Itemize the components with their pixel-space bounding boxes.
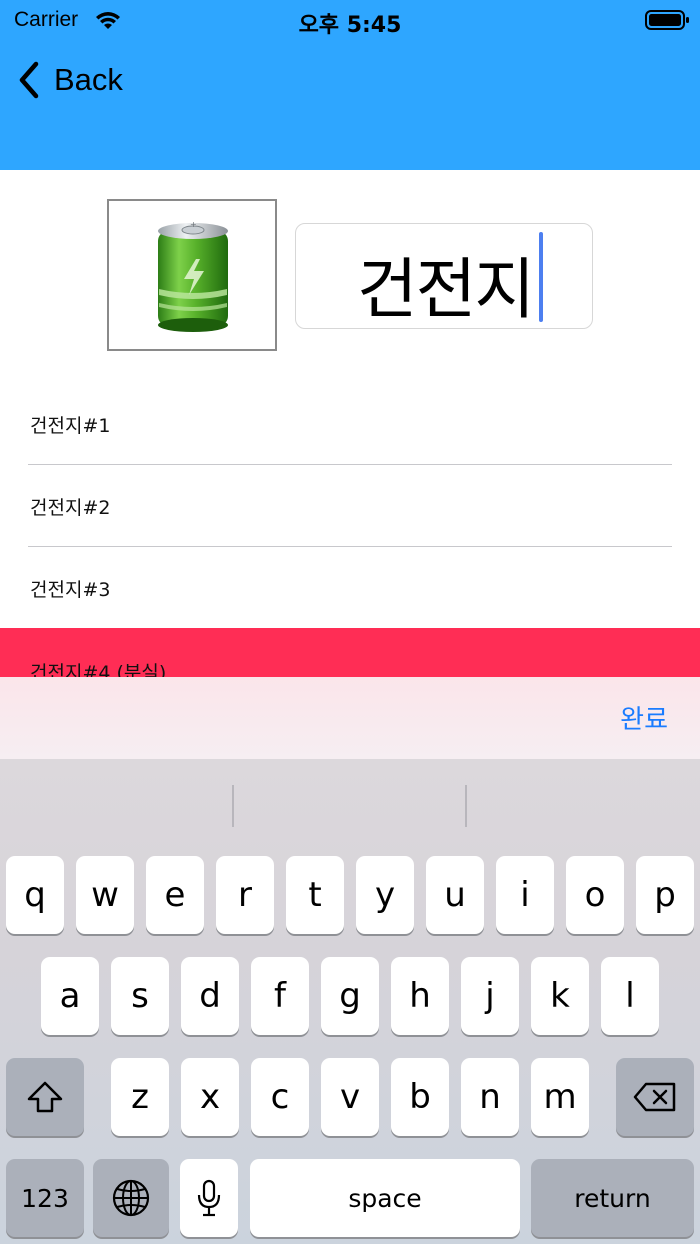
key-j[interactable]: j <box>461 957 519 1035</box>
list-item-label: 건전지#3 <box>30 579 111 601</box>
key-w[interactable]: w <box>76 856 134 934</box>
key-r[interactable]: r <box>216 856 274 934</box>
key-g[interactable]: g <box>321 957 379 1035</box>
done-button[interactable]: 완료 <box>620 699 668 736</box>
key-m[interactable]: m <box>531 1058 589 1136</box>
globe-key[interactable] <box>93 1159 169 1237</box>
microphone-key[interactable] <box>180 1159 238 1237</box>
key-l[interactable]: l <box>601 957 659 1035</box>
list-item[interactable]: 건전지#1 <box>28 383 672 465</box>
shift-icon <box>27 1081 63 1113</box>
key-o[interactable]: o <box>566 856 624 934</box>
suggestion-divider <box>232 785 234 827</box>
list-item-label: 건전지#2 <box>30 497 111 519</box>
list-item-label: 건전지#4 (분실) <box>30 662 167 678</box>
keyboard: q w e r t y u i o p a s d f g h j k l z … <box>0 759 700 1244</box>
chevron-left-icon <box>19 61 39 99</box>
back-label: Back <box>54 62 123 97</box>
key-e[interactable]: e <box>146 856 204 934</box>
key-u[interactable]: u <box>426 856 484 934</box>
numbers-key[interactable]: 123 <box>6 1159 84 1237</box>
svg-text:+: + <box>190 220 197 229</box>
microphone-icon <box>197 1179 221 1217</box>
key-s[interactable]: s <box>111 957 169 1035</box>
numbers-key-label: 123 <box>21 1183 69 1213</box>
key-c[interactable]: c <box>251 1058 309 1136</box>
key-z[interactable]: z <box>111 1058 169 1136</box>
key-a[interactable]: a <box>41 957 99 1035</box>
key-v[interactable]: v <box>321 1058 379 1136</box>
list-item-lost[interactable]: 건전지#4 (분실) <box>0 628 700 678</box>
suggestion-divider <box>465 785 467 827</box>
space-key-label: space <box>348 1183 422 1213</box>
space-key[interactable]: space <box>250 1159 520 1237</box>
return-key-label: return <box>574 1183 651 1213</box>
key-h[interactable]: h <box>391 957 449 1035</box>
key-n[interactable]: n <box>461 1058 519 1136</box>
keyboard-accessory-bar: 완료 <box>0 677 700 759</box>
key-i[interactable]: i <box>496 856 554 934</box>
battery-status-icon <box>645 10 689 30</box>
key-y[interactable]: y <box>356 856 414 934</box>
battery-icon: + <box>158 220 228 332</box>
list-item[interactable]: 건전지#2 <box>28 465 672 547</box>
key-k[interactable]: k <box>531 957 589 1035</box>
key-b[interactable]: b <box>391 1058 449 1136</box>
status-time: 오후 5:45 <box>298 13 402 38</box>
navigation-bar: Back <box>0 40 700 170</box>
key-p[interactable]: p <box>636 856 694 934</box>
back-button[interactable]: Back <box>14 58 123 102</box>
key-t[interactable]: t <box>286 856 344 934</box>
delete-icon <box>633 1082 676 1112</box>
item-name-value: 건전지 <box>356 251 535 328</box>
globe-icon <box>112 1179 150 1217</box>
delete-key[interactable] <box>616 1058 694 1136</box>
key-d[interactable]: d <box>181 957 239 1035</box>
item-image-button[interactable]: + <box>107 199 277 351</box>
key-x[interactable]: x <box>181 1058 239 1136</box>
key-f[interactable]: f <box>251 957 309 1035</box>
text-cursor <box>539 232 543 322</box>
list-item[interactable]: 건전지#3 <box>28 547 672 629</box>
status-bar: Carrier 오후 5:45 <box>0 0 700 40</box>
key-q[interactable]: q <box>6 856 64 934</box>
return-key[interactable]: return <box>531 1159 694 1237</box>
list-item-label: 건전지#1 <box>30 415 111 437</box>
shift-key[interactable] <box>6 1058 84 1136</box>
item-name-input[interactable]: 건전지 <box>295 223 593 329</box>
